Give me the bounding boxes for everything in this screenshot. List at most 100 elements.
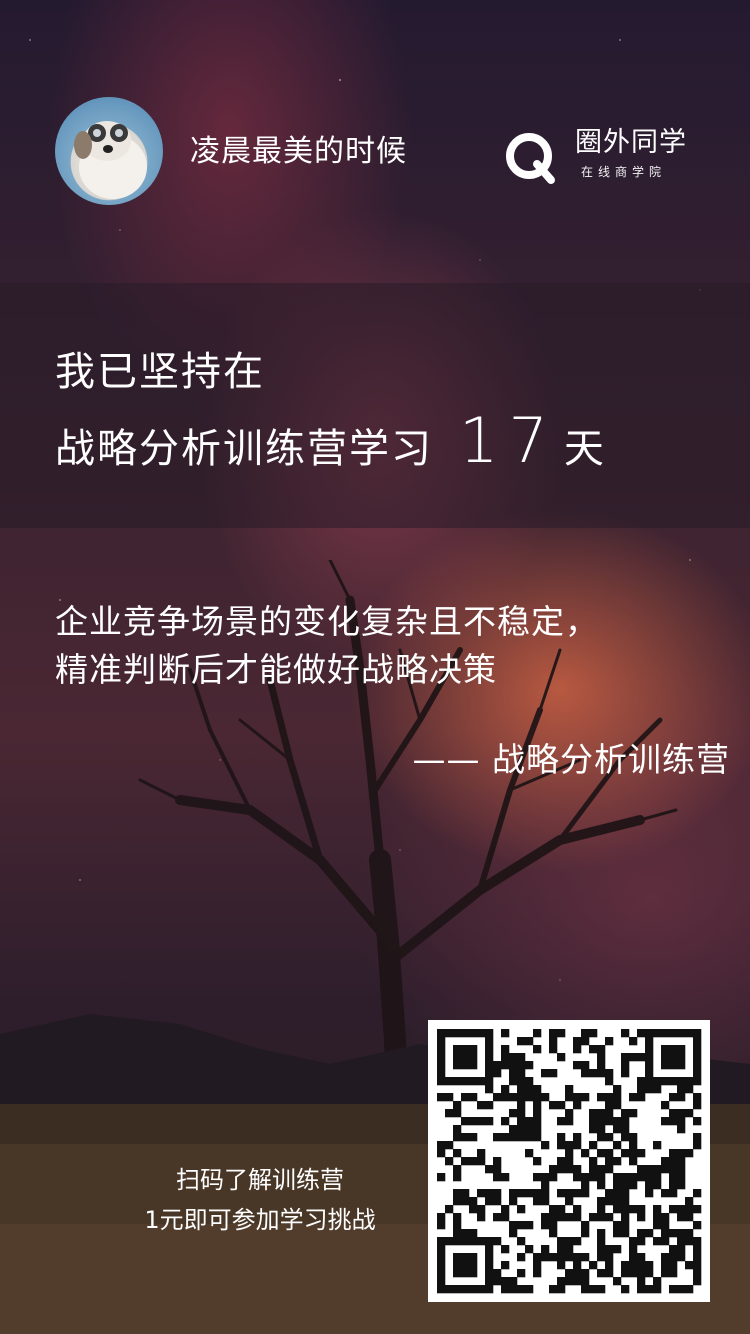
qr-module <box>461 1029 470 1038</box>
qr-module <box>485 1069 494 1078</box>
qr-module <box>453 1045 462 1054</box>
qr-module <box>581 1029 590 1038</box>
qr-module <box>661 1253 670 1262</box>
share-poster: 凌晨最美的时候 圈外同学 在线商学院 我已坚持在 战略分析训练营学习 17 天 … <box>0 0 750 1334</box>
qr-module <box>525 1077 534 1086</box>
qr-module <box>565 1245 574 1254</box>
qr-module <box>645 1269 654 1278</box>
qr-module <box>605 1245 614 1254</box>
qr-module <box>557 1213 566 1222</box>
qr-module <box>645 1189 654 1198</box>
qr-module <box>461 1077 470 1086</box>
qr-module <box>685 1149 694 1158</box>
qr-module <box>501 1061 510 1070</box>
qr-module <box>645 1085 654 1094</box>
qr-module <box>605 1189 614 1198</box>
qr-module <box>637 1173 646 1182</box>
quote-author: —— 战略分析训练营 <box>412 740 730 779</box>
day-count: 17 <box>459 404 558 477</box>
qr-module <box>453 1229 462 1238</box>
qr-module <box>469 1269 478 1278</box>
qr-module <box>621 1125 630 1134</box>
qr-code[interactable] <box>428 1020 710 1302</box>
qr-module <box>629 1133 638 1142</box>
qr-module <box>589 1165 598 1174</box>
qr-module <box>493 1213 502 1222</box>
qr-module <box>685 1205 694 1214</box>
qr-module <box>493 1277 502 1286</box>
qr-module <box>613 1093 622 1102</box>
qr-module <box>605 1101 614 1110</box>
qr-module <box>453 1269 462 1278</box>
qr-module <box>541 1253 550 1262</box>
qr-module <box>517 1133 526 1142</box>
qr-module <box>485 1053 494 1062</box>
qr-module <box>677 1205 686 1214</box>
qr-module <box>613 1085 622 1094</box>
banner-line2: 战略分析训练营学习 17 天 <box>55 406 604 476</box>
qr-module <box>485 1237 494 1246</box>
qr-module <box>485 1045 494 1054</box>
qr-module <box>437 1149 446 1158</box>
qr-module <box>629 1261 638 1270</box>
qr-module <box>469 1077 478 1086</box>
qr-module <box>525 1061 534 1070</box>
qr-module <box>629 1205 638 1214</box>
qr-module <box>549 1069 558 1078</box>
qr-module <box>581 1061 590 1070</box>
qr-module <box>693 1101 702 1110</box>
qr-module <box>661 1101 670 1110</box>
qr-module <box>557 1117 566 1126</box>
qr-module <box>573 1213 582 1222</box>
qr-module <box>509 1221 518 1230</box>
qr-module <box>461 1261 470 1270</box>
qr-module <box>541 1197 550 1206</box>
qr-module <box>637 1269 646 1278</box>
qr-module <box>517 1269 526 1278</box>
qr-module <box>669 1093 678 1102</box>
qr-module <box>517 1253 526 1262</box>
qr-module <box>645 1165 654 1174</box>
qr-module <box>629 1181 638 1190</box>
qr-module <box>581 1181 590 1190</box>
qr-module <box>541 1181 550 1190</box>
qr-module <box>493 1165 502 1174</box>
user-name: 凌晨最美的时候 <box>190 134 407 169</box>
qr-module <box>613 1157 622 1166</box>
qr-module <box>549 1101 558 1110</box>
qr-module <box>605 1117 614 1126</box>
qr-module <box>509 1133 518 1142</box>
qr-module <box>581 1253 590 1262</box>
qr-module <box>485 1117 494 1126</box>
qr-module <box>653 1237 662 1246</box>
qr-module <box>549 1285 558 1294</box>
qr-module <box>445 1109 454 1118</box>
qr-module <box>453 1053 462 1062</box>
qr-module <box>637 1229 646 1238</box>
qr-module <box>597 1237 606 1246</box>
cta-line1: 扫码了解训练营 <box>176 1166 344 1194</box>
qr-module <box>677 1253 686 1262</box>
qr-module <box>573 1045 582 1054</box>
qr-module <box>573 1173 582 1182</box>
qr-module <box>549 1173 558 1182</box>
qr-module <box>477 1237 486 1246</box>
qr-module <box>685 1229 694 1238</box>
qr-module <box>437 1045 446 1054</box>
qr-module <box>645 1061 654 1070</box>
qr-module <box>437 1277 446 1286</box>
qr-module <box>573 1205 582 1214</box>
qr-module <box>493 1189 502 1198</box>
qr-module <box>597 1213 606 1222</box>
qr-module <box>621 1197 630 1206</box>
qr-module <box>605 1197 614 1206</box>
qr-module <box>525 1149 534 1158</box>
qr-module <box>453 1077 462 1086</box>
qr-module <box>541 1069 550 1078</box>
qr-module <box>589 1173 598 1182</box>
qr-module <box>525 1221 534 1230</box>
qr-module <box>533 1093 542 1102</box>
qr-module <box>565 1237 574 1246</box>
qr-module <box>533 1269 542 1278</box>
qr-module <box>517 1085 526 1094</box>
